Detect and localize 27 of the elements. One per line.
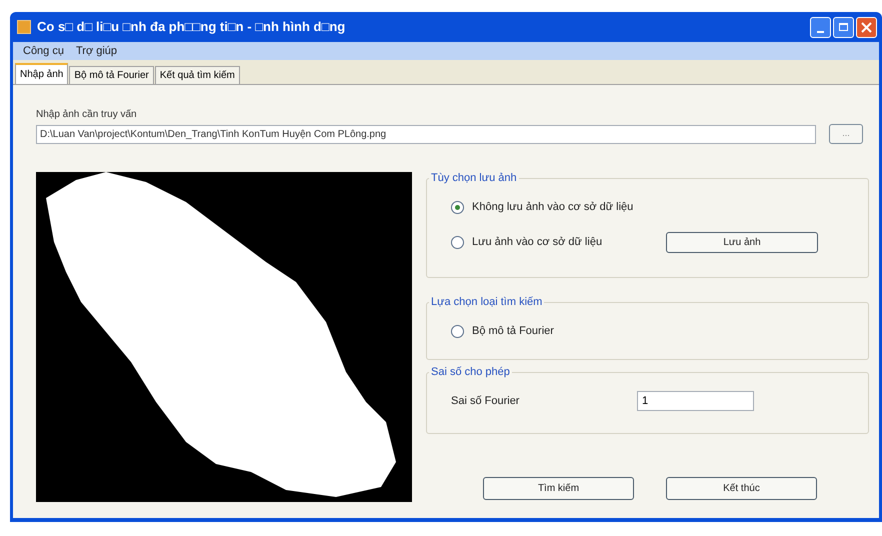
radio-button[interactable] [451, 236, 464, 248]
radio-label: Không lưu ảnh vào cơ sở dữ liệu [472, 200, 634, 215]
window-title: Co s□ d□ li□u □nh đa ph□□ng ti□n - □nh hình d□ng [37, 18, 346, 36]
radio-button[interactable] [451, 200, 464, 214]
group-title: Sai số cho phép [429, 365, 512, 379]
save-image-button[interactable]: Lưu ảnh [666, 232, 818, 252]
tab[interactable]: Nhập ảnh [15, 63, 68, 84]
group-title: Tùy chọn lưu ảnh [429, 171, 519, 185]
menu-item[interactable]: Công cụ [23, 42, 64, 60]
minimize-button[interactable] [810, 16, 831, 38]
radio-label: Bộ mô tả Fourier [472, 324, 554, 339]
close-button[interactable] [856, 16, 877, 38]
field-label: Nhập ảnh cần truy vấn [36, 108, 138, 122]
radio-button[interactable] [451, 324, 464, 338]
tab[interactable]: Bộ mô tả Fourier [69, 66, 154, 84]
maximize-button[interactable] [833, 16, 854, 38]
tolerance-field[interactable]: 1 [637, 391, 754, 411]
group-title: Lựa chọn loại tìm kiếm [429, 295, 544, 309]
field-label: Sai số Fourier [451, 394, 520, 409]
app-icon [17, 20, 31, 34]
path-field[interactable]: D:\Luan Van\project\Kontum\Den_Trang\Tinh KonTum Huyện Com PLông.png [36, 124, 816, 144]
action-button[interactable]: Tìm kiếm [483, 477, 634, 500]
radio-label: Lưu ảnh vào cơ sở dữ liệu [472, 234, 602, 250]
action-button[interactable]: Kết thúc [666, 477, 817, 500]
tab[interactable]: Kết quả tìm kiếm [154, 66, 240, 84]
menu-item[interactable]: Trợ giúp [76, 42, 118, 60]
close-icon [861, 22, 872, 32]
